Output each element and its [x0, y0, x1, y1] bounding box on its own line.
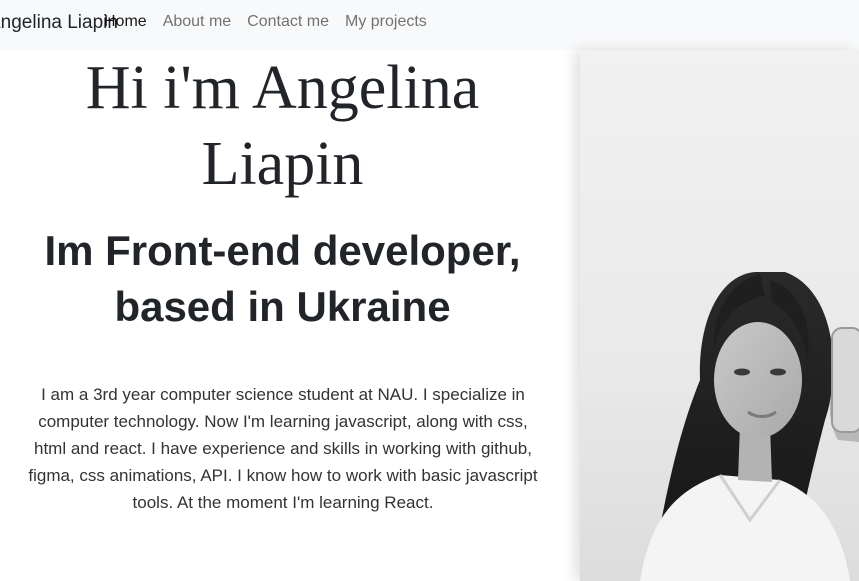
portrait-photo-image	[640, 272, 859, 581]
hero-subtitle: Im Front-end developer, based in Ukraine	[44, 227, 521, 330]
brand-link[interactable]: Angelina Liapin	[0, 12, 118, 34]
navbar: Angelina Liapin Home About me Contact me…	[0, 0, 859, 50]
nav-links: Home About me Contact me My projects	[104, 13, 427, 31]
hero-bio: I am a 3rd year computer science student…	[28, 385, 538, 512]
hero-greeting: Hi i'm Angelina Liapin	[85, 54, 480, 198]
nav-link-projects[interactable]: My projects	[345, 13, 427, 31]
nav-link-contact[interactable]: Contact me	[247, 13, 329, 31]
hero-section: Hi i'm Angelina Liapin Im Front-end deve…	[0, 50, 565, 581]
nav-link-about[interactable]: About me	[163, 13, 231, 31]
nav-link-home[interactable]: Home	[104, 13, 147, 31]
portrait-photo	[580, 50, 859, 581]
